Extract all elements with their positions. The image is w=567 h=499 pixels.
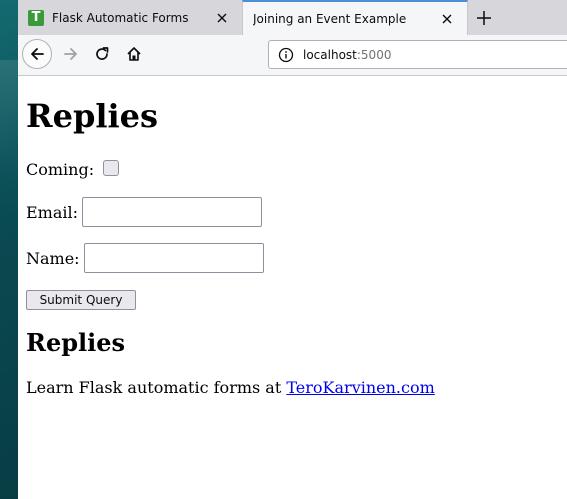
reload-button[interactable]: [89, 41, 115, 67]
info-icon[interactable]: [278, 47, 294, 63]
footer-text: Learn Flask automatic forms at TeroKarvi…: [26, 378, 435, 397]
email-row: Email:: [26, 197, 263, 227]
page-title: Replies: [26, 97, 159, 135]
reload-icon: [96, 47, 109, 60]
page-content: Replies Coming: Email: Name: Submit Quer…: [18, 76, 567, 499]
coming-checkbox[interactable]: [103, 159, 120, 176]
plus-icon: [477, 11, 491, 25]
browser-window: T Flask Automatic Forms Joining an Event…: [18, 0, 567, 499]
url-port: :5000: [356, 47, 392, 62]
tab-joining-an-event-example[interactable]: Joining an Event Example: [242, 0, 468, 35]
new-tab-button[interactable]: [470, 4, 498, 32]
tab-title: Flask Automatic Forms: [52, 10, 189, 25]
tab-title: Joining an Event Example: [253, 11, 407, 26]
back-button[interactable]: [22, 39, 52, 69]
navigation-toolbar: localhost:5000: [18, 35, 567, 76]
tab-flask-automatic-forms[interactable]: T Flask Automatic Forms: [18, 0, 242, 35]
desktop-background: [0, 0, 18, 499]
address-bar[interactable]: localhost:5000: [268, 40, 567, 69]
forward-arrow-icon: [64, 48, 77, 60]
url-text: localhost:5000: [303, 48, 391, 62]
close-icon[interactable]: [435, 7, 459, 31]
coming-label: Coming:: [26, 160, 95, 179]
email-field[interactable]: [82, 197, 263, 227]
email-label: Email:: [26, 202, 79, 222]
replies-heading: Replies: [26, 328, 126, 357]
footer-label: Learn Flask automatic forms at: [26, 378, 282, 397]
name-row: Name:: [26, 243, 264, 273]
favicon-letter: T: [31, 9, 41, 25]
close-icon[interactable]: [210, 6, 234, 30]
submit-button[interactable]: Submit Query: [26, 290, 136, 310]
forward-button[interactable]: [58, 41, 84, 67]
home-button[interactable]: [121, 41, 147, 67]
back-arrow-icon: [31, 48, 44, 60]
tab-strip: T Flask Automatic Forms Joining an Event…: [18, 0, 567, 35]
name-label: Name:: [26, 248, 80, 268]
terokarvinen-link[interactable]: TeroKarvinen.com: [286, 378, 434, 397]
url-host: localhost: [303, 47, 357, 62]
favicon-icon: T: [28, 9, 44, 26]
name-field[interactable]: [83, 243, 264, 273]
coming-row: Coming:: [26, 159, 120, 179]
home-icon: [127, 47, 141, 61]
